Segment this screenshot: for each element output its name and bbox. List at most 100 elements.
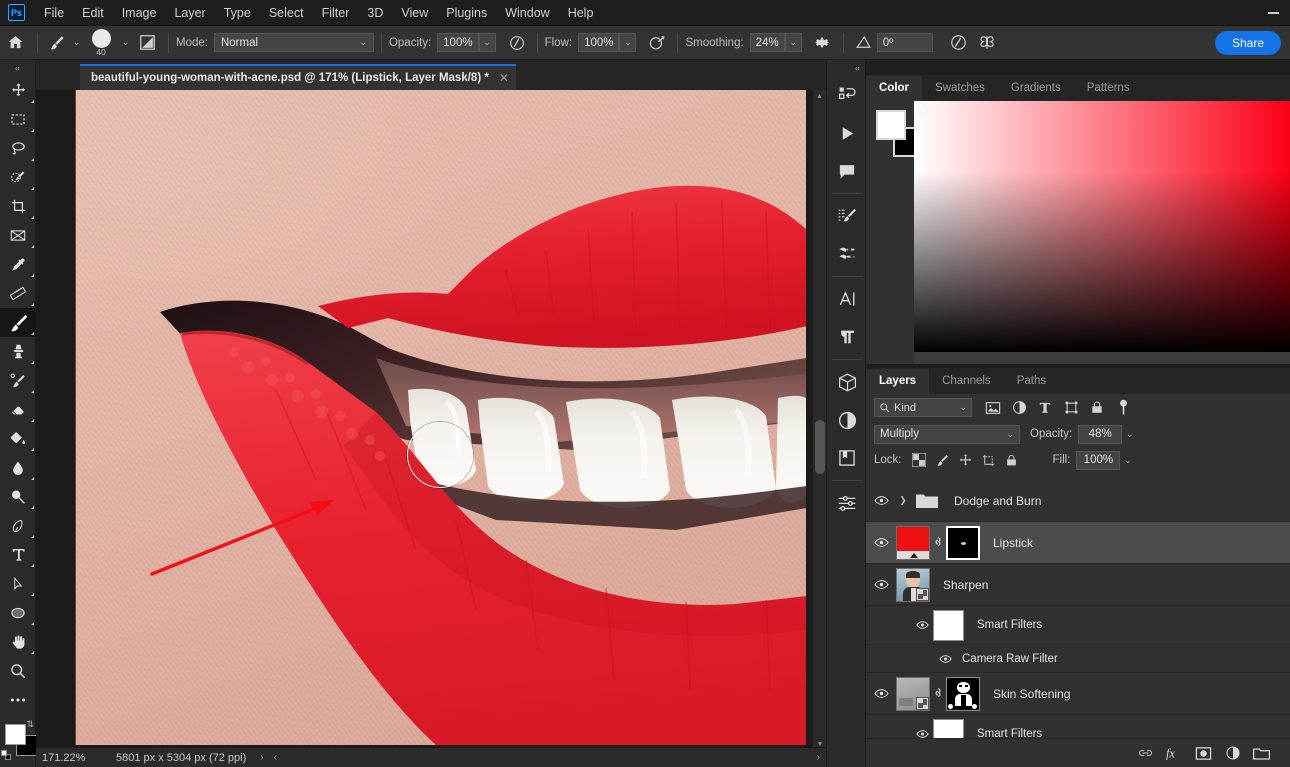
close-tab-icon[interactable]: ✕ (499, 71, 509, 85)
canvas-area[interactable]: ▲ ▼ (36, 90, 826, 767)
layer-visibility-toggle[interactable] (866, 537, 896, 548)
lock-artboard-nesting-icon[interactable] (977, 449, 1000, 471)
group-disclosure-arrow-icon[interactable]: ❯ (896, 495, 910, 506)
brush-angle-input[interactable]: 0º (877, 33, 933, 52)
smoothing-input[interactable]: 24% (750, 33, 785, 52)
dodge-tool[interactable] (0, 482, 36, 511)
document-tab[interactable]: beautiful-young-woman-with-acne.psd @ 17… (80, 64, 516, 90)
filter-toggle-icon[interactable] (1110, 397, 1136, 419)
filter-smart-object-icon[interactable] (1084, 397, 1110, 419)
layer-row-lipstick[interactable]: Lipstick (866, 522, 1290, 564)
filter-pixel-layers-icon[interactable] (980, 397, 1006, 419)
pressure-opacity-icon[interactable] (504, 29, 530, 57)
tab-gradients[interactable]: Gradients (998, 76, 1074, 101)
history-brush-tool[interactable] (0, 366, 36, 395)
ellipse-tool[interactable] (0, 598, 36, 627)
menu-plugins[interactable]: Plugins (437, 2, 496, 24)
layer-thumbnail-solid-color[interactable] (896, 526, 930, 560)
link-layers-icon[interactable] (1131, 739, 1160, 767)
brush-tool[interactable] (0, 308, 36, 337)
layer-row-dodge-and-burn[interactable]: ❯ Dodge and Burn (866, 480, 1290, 522)
menu-help[interactable]: Help (559, 2, 603, 24)
rail-adjustments-icon[interactable] (827, 401, 867, 439)
home-icon[interactable] (0, 29, 30, 57)
layer-fill-input[interactable]: 100% (1076, 451, 1120, 470)
foreground-color-swatch[interactable] (5, 724, 26, 745)
hand-tool[interactable] (0, 627, 36, 656)
brush-picker-caret-icon[interactable]: ⌄ (118, 33, 133, 52)
menu-file[interactable]: File (35, 2, 73, 24)
new-adjustment-layer-icon[interactable] (1218, 739, 1247, 767)
smart-filter-visibility-toggle[interactable] (911, 620, 933, 630)
menu-edit[interactable]: Edit (73, 2, 113, 24)
color-ramp-marker[interactable] (917, 103, 928, 114)
edit-toolbar-tool[interactable] (0, 685, 36, 714)
opacity-caret-icon[interactable]: ⌄ (1122, 425, 1137, 444)
filter-shape-layers-icon[interactable] (1058, 397, 1084, 419)
filter-visibility-toggle[interactable] (934, 654, 956, 664)
layer-row-smart-filters-2[interactable]: Smart Filters (866, 715, 1290, 738)
layer-filter-select[interactable]: Kind ⌄ (874, 398, 972, 417)
rail-actions-icon[interactable] (827, 114, 867, 152)
rail-comments-icon[interactable] (827, 152, 867, 190)
layer-mask-thumbnail[interactable] (946, 526, 980, 560)
status-collapse-arrow-icon[interactable]: ‹ (274, 752, 277, 763)
menu-layer[interactable]: Layer (165, 2, 214, 24)
rail-brush-settings-icon[interactable] (827, 197, 867, 235)
rail-properties-icon[interactable] (827, 484, 867, 522)
collapse-panel-icon[interactable]: « (0, 60, 35, 76)
link-mask-icon[interactable] (930, 686, 946, 702)
lasso-tool[interactable] (0, 134, 36, 163)
brush-angle-icon[interactable] (851, 29, 877, 57)
link-mask-icon[interactable] (930, 535, 946, 551)
rail-libraries-icon[interactable] (827, 439, 867, 477)
smart-filter-visibility-toggle[interactable] (911, 729, 933, 738)
add-layer-mask-icon[interactable] (1189, 739, 1218, 767)
default-colors-icon[interactable] (1, 750, 11, 760)
menu-image[interactable]: Image (113, 2, 166, 24)
rail-history-icon[interactable] (827, 76, 867, 114)
gradient-tool[interactable] (0, 424, 36, 453)
opacity-caret-icon[interactable]: ⌄ (479, 33, 496, 52)
airbrush-icon[interactable] (644, 29, 670, 57)
scroll-up-arrow-icon[interactable]: ▲ (813, 90, 826, 103)
brush-preset-caret-icon[interactable]: ⌄ (69, 33, 84, 52)
layer-opacity-input[interactable]: 48% (1078, 425, 1122, 444)
minimize-button[interactable] (1256, 0, 1290, 26)
layer-list[interactable]: ❯ Dodge and Burn (866, 480, 1290, 738)
brush-settings-panel-icon[interactable] (133, 29, 161, 57)
new-group-icon[interactable] (1247, 739, 1276, 767)
tab-swatches[interactable]: Swatches (922, 76, 998, 101)
rectangular-marquee-tool[interactable] (0, 105, 36, 134)
rail-character-icon[interactable] (827, 280, 867, 318)
menu-select[interactable]: Select (260, 2, 313, 24)
flow-input[interactable]: 100% (578, 33, 619, 52)
panel-foreground-color-swatch[interactable] (876, 110, 906, 140)
crop-tool[interactable] (0, 192, 36, 221)
brush-preset-icon[interactable] (45, 29, 69, 57)
canvas-vertical-scrollbar[interactable]: ▲ ▼ (812, 90, 826, 751)
pen-tool[interactable] (0, 511, 36, 540)
blend-mode-select[interactable]: Multiply ⌄ (874, 425, 1020, 444)
menu-window[interactable]: Window (496, 2, 558, 24)
lock-transparent-pixels-icon[interactable] (908, 449, 931, 471)
swap-colors-icon[interactable]: ⇅ (26, 719, 34, 730)
status-right-arrow-icon[interactable]: › (817, 752, 820, 763)
clone-stamp-tool[interactable] (0, 337, 36, 366)
menu-type[interactable]: Type (215, 2, 260, 24)
layer-row-skin-softening[interactable]: Skin Softening (866, 673, 1290, 715)
lock-position-icon[interactable] (954, 449, 977, 471)
eyedropper-tool[interactable] (0, 250, 36, 279)
blur-tool[interactable] (0, 453, 36, 482)
tab-paths[interactable]: Paths (1004, 369, 1059, 394)
color-ramp[interactable] (914, 101, 1290, 352)
smoothing-caret-icon[interactable]: ⌄ (785, 33, 802, 52)
ruler-tool[interactable] (0, 279, 36, 308)
tab-color[interactable]: Color (866, 76, 922, 101)
zoom-tool[interactable] (0, 656, 36, 685)
layer-thumbnail-skin[interactable] (896, 677, 930, 711)
filter-type-layers-icon[interactable] (1032, 397, 1058, 419)
rail-brushes-icon[interactable] (827, 235, 867, 273)
smart-filter-mask-thumbnail[interactable] (933, 719, 964, 739)
gear-icon[interactable] (810, 29, 836, 57)
